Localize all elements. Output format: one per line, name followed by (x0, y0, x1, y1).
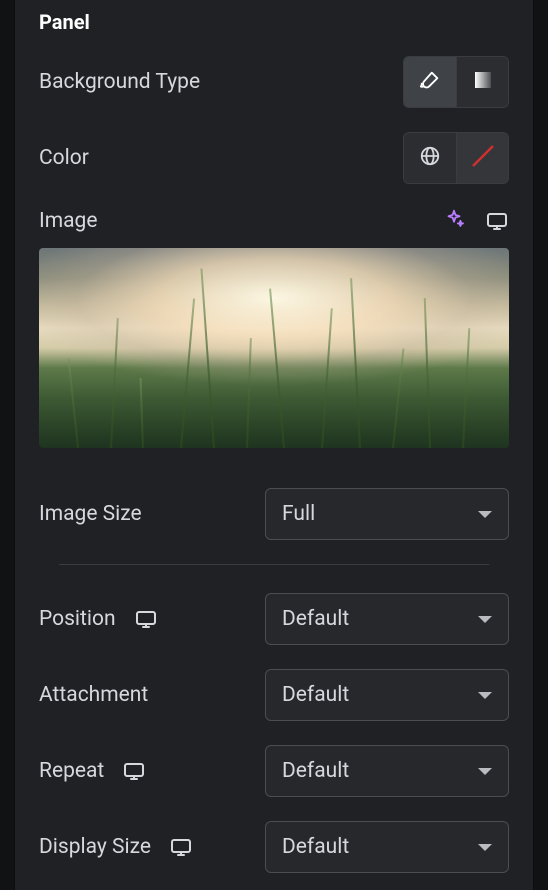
color-swatch-button[interactable] (456, 133, 508, 183)
position-row: Position Default (39, 593, 509, 645)
display-size-label: Display Size (39, 835, 193, 859)
chevron-down-icon (478, 616, 492, 623)
responsive-icon[interactable] (134, 607, 158, 631)
style-panel: Panel Background Type (14, 0, 534, 890)
background-type-gradient-button[interactable] (456, 57, 508, 107)
responsive-icon[interactable] (485, 209, 509, 233)
position-select[interactable]: Default (265, 593, 509, 645)
image-label: Image (39, 209, 97, 233)
display-size-select[interactable]: Default (265, 821, 509, 873)
section-title: Panel (39, 10, 509, 34)
position-label: Position (39, 607, 158, 631)
repeat-row: Repeat Default (39, 745, 509, 797)
color-controls (403, 132, 509, 184)
position-label-text: Position (39, 607, 116, 631)
attachment-label: Attachment (39, 683, 148, 707)
color-global-button[interactable] (404, 133, 456, 183)
image-size-row: Image Size Full (39, 488, 509, 540)
image-size-select[interactable]: Full (265, 488, 509, 540)
attachment-value: Default (282, 683, 349, 707)
no-color-icon (470, 143, 496, 173)
display-size-label-text: Display Size (39, 835, 151, 859)
display-size-value: Default (282, 835, 349, 859)
repeat-value: Default (282, 759, 349, 783)
attachment-select[interactable]: Default (265, 669, 509, 721)
chevron-down-icon (478, 692, 492, 699)
globe-icon (419, 145, 441, 171)
display-size-row: Display Size Default (39, 821, 509, 873)
color-label: Color (39, 146, 89, 170)
background-type-toggle (403, 56, 509, 108)
image-size-value: Full (282, 502, 315, 526)
color-row: Color (39, 132, 509, 184)
responsive-icon[interactable] (122, 759, 146, 783)
repeat-select[interactable]: Default (265, 745, 509, 797)
background-type-label: Background Type (39, 70, 200, 94)
chevron-down-icon (478, 844, 492, 851)
repeat-label: Repeat (39, 759, 146, 783)
responsive-icon[interactable] (169, 835, 193, 859)
image-preview[interactable] (39, 248, 509, 448)
image-header-row: Image (39, 208, 509, 234)
image-header-icons (443, 208, 509, 234)
brush-icon (419, 69, 441, 95)
divider (59, 564, 489, 565)
background-type-classic-button[interactable] (404, 57, 456, 107)
background-type-row: Background Type (39, 56, 509, 108)
ai-sparkle-icon[interactable] (443, 208, 465, 234)
repeat-label-text: Repeat (39, 759, 104, 783)
position-value: Default (282, 607, 349, 631)
chevron-down-icon (478, 511, 492, 518)
attachment-row: Attachment Default (39, 669, 509, 721)
chevron-down-icon (478, 768, 492, 775)
gradient-icon (473, 70, 493, 94)
image-size-label: Image Size (39, 502, 142, 526)
